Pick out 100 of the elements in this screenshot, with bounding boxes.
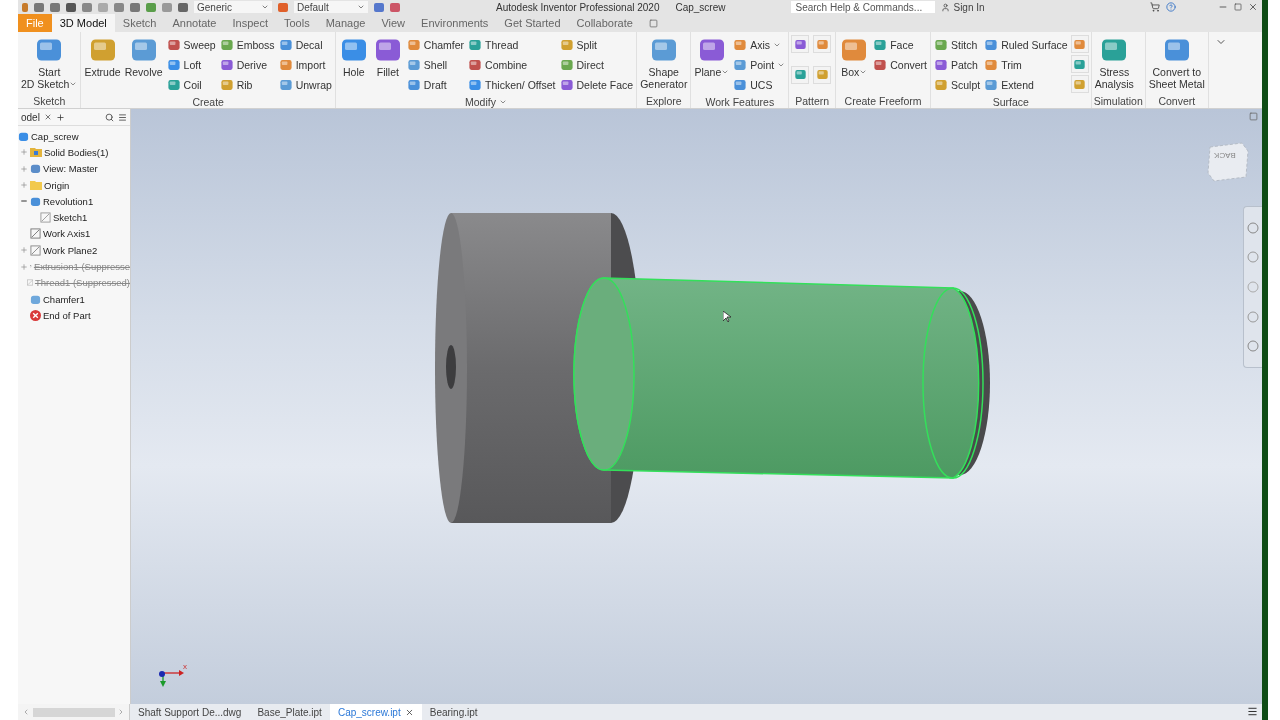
ribbon-tab[interactable]: 3D Model [51, 14, 115, 32]
tree-item[interactable]: Work Plane2 [43, 244, 98, 256]
ribbon-button[interactable]: Coil [165, 75, 217, 95]
ribbon-button[interactable]: UCS [732, 75, 787, 95]
ribbon-button[interactable]: Trim [983, 55, 1069, 75]
expand-icon[interactable] [20, 148, 28, 157]
ribbon-button[interactable]: Thicken/ Offset [467, 75, 557, 95]
tree-item[interactable]: Chamfer1 [43, 293, 85, 305]
cart-icon[interactable] [1150, 2, 1160, 12]
ribbon-button[interactable]: Delete Face [558, 75, 635, 95]
ribbon-button[interactable]: Start 2D Sketch [20, 35, 79, 94]
panel-icon[interactable] [1249, 112, 1258, 121]
surface-button[interactable] [1070, 55, 1089, 73]
ribbon-button[interactable]: Rib [218, 75, 276, 95]
ribbon-button[interactable]: Draft [405, 75, 466, 95]
document-tab[interactable]: Cap_screw.ipt [329, 704, 422, 720]
panel-toggle-icon[interactable] [648, 18, 658, 28]
pattern-button[interactable] [813, 35, 832, 53]
ribbon-button[interactable]: Split [558, 35, 635, 55]
ribbon-tab[interactable]: Sketch [114, 14, 165, 32]
ribbon-button[interactable]: Decal [277, 35, 333, 55]
ribbon-button[interactable]: Sculpt [932, 75, 982, 95]
ribbon-button[interactable]: Direct [558, 55, 635, 75]
ribbon-button[interactable]: Combine [467, 55, 557, 75]
ribbon-button[interactable]: Plane [693, 35, 731, 95]
navigation-tool-icon[interactable] [1247, 251, 1259, 264]
surface-button[interactable] [1070, 75, 1089, 93]
ribbon-button[interactable]: Ruled Surface [983, 35, 1069, 55]
app-logo-icon[interactable] [22, 2, 28, 12]
scroll-right-icon[interactable] [117, 708, 125, 716]
surface-button[interactable] [1070, 35, 1089, 53]
ribbon-button[interactable]: Revolve [123, 35, 164, 95]
ribbon-tab[interactable]: View [373, 14, 414, 32]
tree-item[interactable]: Thread1 (Suppressed) [34, 277, 130, 289]
ribbon-button[interactable]: Loft [165, 55, 217, 75]
navigation-tool-icon[interactable] [1247, 281, 1259, 293]
ribbon-tab[interactable]: Get Started [496, 14, 569, 32]
tree-item[interactable]: Origin [44, 179, 70, 191]
ribbon-button[interactable]: Unwrap [277, 75, 333, 95]
scroll-left-icon[interactable] [22, 708, 30, 716]
expand-icon[interactable] [20, 164, 28, 173]
restore-icon[interactable] [1234, 3, 1242, 11]
ribbon-button[interactable]: Convert to Sheet Metal [1147, 35, 1206, 94]
help-icon[interactable] [1166, 2, 1176, 12]
appearance-dropdown[interactable]: Generic [194, 1, 272, 13]
ribbon-button[interactable]: Emboss [218, 35, 276, 55]
add-icon[interactable] [55, 112, 65, 122]
tree-item[interactable]: Extrusion1 (Suppresse [33, 261, 130, 272]
ribbon-button[interactable]: Axis [732, 35, 787, 55]
ribbon-tab[interactable]: Environments [413, 14, 497, 32]
visual-style-dropdown[interactable]: Default [294, 1, 368, 13]
menu-icon[interactable] [118, 112, 127, 122]
ribbon-tab[interactable]: Manage [317, 14, 374, 32]
pattern-button[interactable] [791, 65, 810, 84]
scroll-thumb[interactable] [32, 707, 115, 717]
pattern-button[interactable] [813, 65, 832, 84]
close-icon[interactable] [404, 707, 414, 717]
ribbon-button[interactable]: Extrude [83, 35, 122, 95]
ribbon-button[interactable]: Chamfer [405, 35, 466, 55]
ribbon-button[interactable]: Fillet [371, 35, 404, 95]
menu-icon[interactable] [1247, 706, 1258, 717]
ribbon-tab[interactable]: Tools [275, 14, 318, 32]
ribbon-button[interactable]: Import [277, 55, 333, 75]
color-wheel-icon[interactable] [278, 2, 288, 12]
tree-item[interactable]: End of Part [43, 309, 91, 321]
ribbon-button[interactable]: Point [732, 55, 787, 75]
ribbon-button[interactable]: Hole [337, 35, 370, 95]
ribbon-tab[interactable]: Collaborate [568, 14, 641, 32]
ribbon-button[interactable]: Thread [467, 35, 557, 55]
search-icon[interactable] [105, 112, 114, 122]
document-tab[interactable]: Shaft Support De...dwg [130, 704, 250, 720]
tree-item[interactable]: Sketch1 [53, 212, 88, 224]
tree-item[interactable]: View: Master [43, 163, 98, 175]
navigation-tool-icon[interactable] [1247, 221, 1259, 234]
expand-icon[interactable] [20, 246, 28, 255]
ribbon-button[interactable]: Sweep [165, 35, 217, 55]
ribbon-button[interactable]: Shell [405, 55, 466, 75]
ribbon-button[interactable]: Extend [983, 75, 1069, 95]
ribbon-button[interactable]: Convert [872, 55, 928, 75]
ribbon-button[interactable]: Shape Generator [639, 35, 689, 94]
ribbon-button[interactable]: Patch [932, 55, 982, 75]
ribbon-button[interactable]: Derive [218, 55, 276, 75]
close-icon[interactable] [1248, 2, 1258, 12]
browser-tab[interactable]: odel [21, 111, 40, 123]
scrollbar[interactable] [18, 704, 130, 720]
expand-icon[interactable] [20, 181, 28, 190]
close-icon[interactable] [43, 113, 52, 121]
tree-item[interactable]: Work Axis1 [43, 228, 91, 240]
navigation-tool-icon[interactable] [1247, 310, 1259, 323]
ribbon-button[interactable]: Box [838, 35, 871, 94]
tree-item[interactable]: Cap_screw [31, 130, 79, 142]
navigation-tool-icon[interactable] [1247, 340, 1259, 353]
pattern-button[interactable] [791, 35, 810, 53]
expand-icon[interactable] [20, 262, 28, 271]
ribbon-button[interactable]: Stress Analysis [1093, 35, 1135, 94]
document-tab[interactable]: Base_Plate.ipt [249, 704, 330, 720]
ribbon-tab[interactable]: Annotate [164, 14, 225, 32]
document-tab[interactable]: Bearing.ipt [421, 704, 486, 720]
sign-in-link[interactable]: Sign In [953, 1, 985, 13]
tree-item[interactable]: Revolution1 [43, 195, 94, 207]
